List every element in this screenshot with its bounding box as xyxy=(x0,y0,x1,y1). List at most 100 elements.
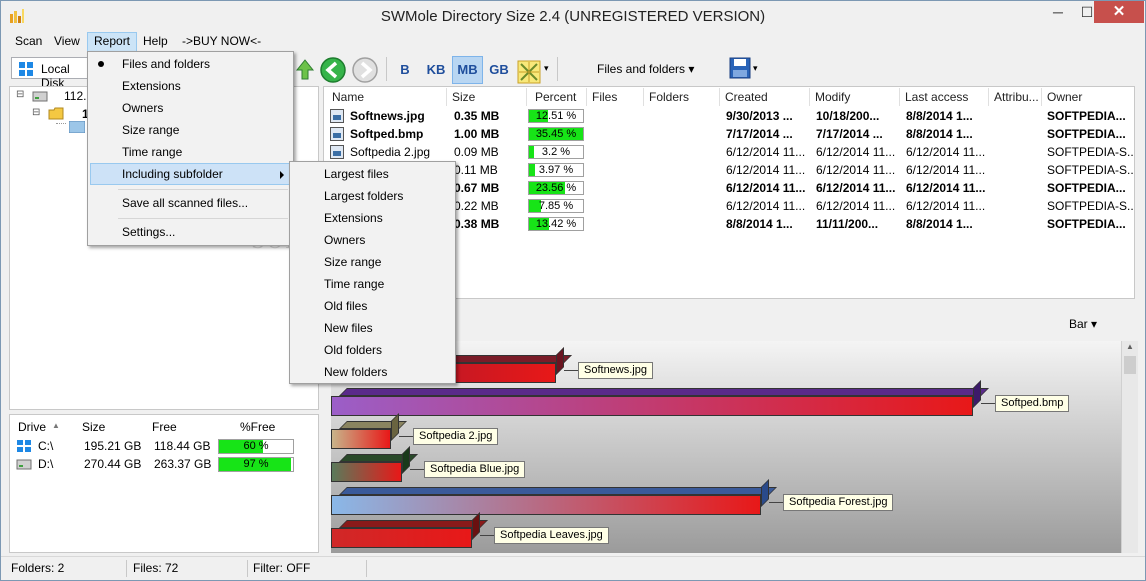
submenu-item-largest-files[interactable]: Largest files xyxy=(292,163,453,185)
bar-top-face xyxy=(339,520,488,528)
menu-scan[interactable]: Scan xyxy=(9,32,48,52)
save-dropdown-arrow[interactable]: ▾ xyxy=(753,63,758,74)
column-divider[interactable] xyxy=(643,88,644,106)
menu-item-save-all-scanned[interactable]: Save all scanned files... xyxy=(90,192,291,214)
chart-bar xyxy=(331,380,989,416)
column-divider[interactable] xyxy=(809,88,810,106)
save-disk-icon[interactable] xyxy=(729,57,751,79)
unit-kb-button[interactable]: KB xyxy=(422,56,450,84)
file-percent: 35.45 % xyxy=(535,128,577,140)
bar-side-face xyxy=(973,380,981,408)
close-button[interactable]: ✕ xyxy=(1094,1,1144,23)
menu-item-extensions[interactable]: Extensions xyxy=(90,75,291,97)
file-percent: 3.2 % xyxy=(541,146,571,158)
submenu-item-new-files[interactable]: New files xyxy=(292,317,453,339)
menu-item-settings[interactable]: Settings... xyxy=(90,221,291,243)
menu-item-owners[interactable]: Owners xyxy=(90,97,291,119)
drive-free-bar: 60 % xyxy=(218,439,294,454)
auto-unit-icon[interactable] xyxy=(516,59,542,85)
file-modify: 6/12/2014 11... xyxy=(816,199,896,213)
percent-bar: 12.51 % xyxy=(528,109,584,123)
status-divider xyxy=(247,560,248,577)
column-divider[interactable] xyxy=(719,88,720,106)
view-mode-dropdown[interactable]: Files and folders ▾ xyxy=(597,62,694,76)
menu-view[interactable]: View xyxy=(48,32,86,52)
col-created[interactable]: Created xyxy=(725,90,768,104)
drives-header-drive[interactable]: Drive xyxy=(18,420,46,434)
menu-buy-now[interactable]: ->BUY NOW<- xyxy=(176,32,267,52)
file-size: 1.00 MB xyxy=(454,127,500,141)
scroll-up-arrow-icon[interactable]: ▲ xyxy=(1122,341,1138,353)
submenu-item-largest-folders[interactable]: Largest folders xyxy=(292,185,453,207)
submenu-item-old-folders[interactable]: Old folders xyxy=(292,339,453,361)
file-created: 6/12/2014 11... xyxy=(726,145,806,159)
back-icon[interactable] xyxy=(319,56,347,84)
drives-header-free[interactable]: Free xyxy=(152,420,177,434)
column-divider[interactable] xyxy=(988,88,989,106)
unit-mb-button[interactable]: MB xyxy=(452,56,483,84)
forward-icon[interactable] xyxy=(351,56,379,84)
col-name[interactable]: Name xyxy=(332,90,364,104)
menu-item-time-range[interactable]: Time range xyxy=(90,141,291,163)
unit-gb-button[interactable]: GB xyxy=(485,56,513,84)
bar-label-connector xyxy=(410,469,424,470)
auto-unit-dropdown-arrow[interactable]: ▾ xyxy=(544,63,549,74)
column-divider[interactable] xyxy=(526,88,527,106)
menu-item-size-range[interactable]: Size range xyxy=(90,119,291,141)
submenu-item-extensions[interactable]: Extensions xyxy=(292,207,453,229)
drive-row-c[interactable]: C:\ 195.21 GB 118.44 GB 60 % xyxy=(10,437,318,455)
drives-header-size[interactable]: Size xyxy=(82,420,105,434)
col-percent[interactable]: Percent xyxy=(535,90,576,104)
column-divider[interactable] xyxy=(899,88,900,106)
drive-free: 263.37 GB xyxy=(154,457,212,471)
file-size: 0.22 MB xyxy=(454,199,499,213)
col-folders[interactable]: Folders xyxy=(649,90,689,104)
drive-selector[interactable]: Local Disk xyxy=(11,57,91,90)
column-divider[interactable] xyxy=(586,88,587,106)
submenu-item-time-range[interactable]: Time range xyxy=(292,273,453,295)
file-modify: 6/12/2014 11... xyxy=(816,163,896,177)
drive-letter: C:\ xyxy=(38,439,54,453)
drive-icon xyxy=(32,91,48,102)
file-last-access: 8/8/2014 1... xyxy=(906,217,973,231)
file-owner: SOFTPEDIA-S... xyxy=(1047,163,1135,177)
image-file-icon xyxy=(330,127,344,141)
column-divider[interactable] xyxy=(1041,88,1042,106)
file-size: 0.67 MB xyxy=(454,181,500,195)
menu-help[interactable]: Help xyxy=(137,32,174,52)
col-attributes[interactable]: Attribu... xyxy=(994,90,1039,104)
col-size[interactable]: Size xyxy=(452,90,475,104)
file-name: Softped.bmp xyxy=(350,127,424,141)
col-modify[interactable]: Modify xyxy=(815,90,850,104)
column-divider[interactable] xyxy=(446,88,447,106)
col-files[interactable]: Files xyxy=(592,90,617,104)
drives-header-pct-free[interactable]: %Free xyxy=(240,420,275,434)
bar-label: Softpedia Forest.jpg xyxy=(783,494,894,511)
chart-type-dropdown[interactable]: Bar ▾ xyxy=(1069,317,1097,331)
file-modify: 7/17/2014 ... xyxy=(816,127,883,141)
unit-b-button[interactable]: B xyxy=(393,56,417,84)
file-created: 7/17/2014 ... xyxy=(726,127,793,141)
submenu-item-size-range[interactable]: Size range xyxy=(292,251,453,273)
submenu-item-owners[interactable]: Owners xyxy=(292,229,453,251)
file-row[interactable]: Softpedia 2.jpg 0.09 MB 3.2 % 6/12/2014 11.… xyxy=(324,143,1134,161)
submenu-item-new-folders[interactable]: New folders xyxy=(292,361,453,383)
menu-item-files-and-folders[interactable]: Files and folders xyxy=(90,53,291,75)
minimize-button[interactable]: ─ xyxy=(1044,1,1072,23)
chart-scrollbar[interactable]: ▲ xyxy=(1121,341,1138,553)
menu-item-label: Files and folders xyxy=(122,57,211,71)
submenu-item-old-files[interactable]: Old files xyxy=(292,295,453,317)
scrollbar-thumb[interactable] xyxy=(1124,356,1136,374)
col-owner[interactable]: Owner xyxy=(1047,90,1082,104)
file-last-access: 6/12/2014 11... xyxy=(906,163,986,177)
menu-report[interactable]: Report xyxy=(87,32,138,52)
menu-item-including-subfolder[interactable]: Including subfolder xyxy=(90,163,291,185)
up-folder-icon[interactable] xyxy=(295,59,315,81)
sort-ascending-icon: ▲ xyxy=(52,421,60,430)
chart-bar xyxy=(331,512,488,548)
file-row[interactable]: Softped.bmp 1.00 MB 35.45 % 7/17/2014 ... 7/… xyxy=(324,125,1134,143)
file-size: 0.35 MB xyxy=(454,109,500,123)
col-last-access[interactable]: Last access xyxy=(905,90,968,104)
drive-row-d[interactable]: D:\ 270.44 GB 263.37 GB 97 % xyxy=(10,455,318,473)
file-row[interactable]: Softnews.jpg 0.35 MB 12.51 % 9/30/2013 ... 1… xyxy=(324,107,1134,125)
